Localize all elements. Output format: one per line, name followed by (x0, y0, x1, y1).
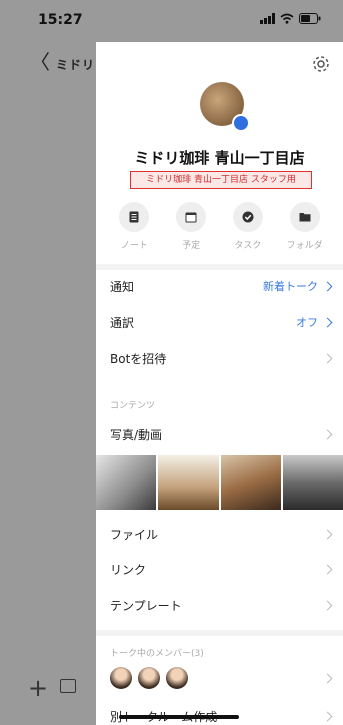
action-folder[interactable]: フォルダ (282, 202, 328, 251)
templates-row[interactable]: テンプレート (96, 587, 343, 623)
notifications-label: 通知 (110, 279, 135, 294)
signal-icon (260, 13, 275, 24)
chevron-right-icon (322, 673, 333, 683)
translation-value: オフ (296, 316, 318, 329)
image-icon[interactable] (60, 679, 76, 693)
group-badge-icon (232, 114, 250, 132)
chevron-right-icon (322, 317, 333, 327)
status-time: 15:27 (38, 12, 83, 28)
links-row[interactable]: リンク (96, 551, 343, 587)
photo-thumbnail[interactable] (282, 455, 343, 510)
check-icon (242, 211, 254, 223)
members-heading: トーク中のメンバー(3) (110, 649, 204, 659)
chevron-right-icon (322, 564, 333, 574)
background-chat-header: 〈 ミドリ (0, 42, 100, 82)
photo-thumbnail[interactable] (96, 455, 157, 510)
photo-thumbnail[interactable] (220, 455, 281, 510)
gear-icon[interactable] (311, 54, 331, 74)
notifications-value: 新着トーク (263, 280, 318, 293)
plus-icon[interactable]: + (28, 674, 48, 702)
chevron-right-icon (322, 529, 333, 539)
action-note[interactable]: ノート (111, 202, 157, 251)
chevron-right-icon (322, 429, 333, 439)
wifi-icon (280, 13, 294, 24)
note-icon (129, 211, 139, 223)
action-note-label: ノート (120, 241, 148, 251)
action-task[interactable]: タスク (225, 202, 271, 251)
notifications-row[interactable]: 通知 新着トーク (96, 268, 343, 304)
action-task-label: タスク (234, 241, 262, 251)
quick-actions: ノート 予定 タスク フォルダ (96, 202, 343, 251)
translation-row[interactable]: 通訳 オフ (96, 304, 343, 340)
folder-icon (299, 213, 311, 222)
chevron-right-icon (322, 600, 333, 610)
photo-thumbnails (96, 455, 343, 510)
status-bar: 15:27 (0, 0, 343, 42)
background-chat-title: ミドリ (56, 58, 96, 72)
background-chat-input-bar: + (0, 660, 96, 720)
action-calendar[interactable]: 予定 (168, 202, 214, 251)
invite-bot-row[interactable]: Botを招待 (96, 340, 343, 376)
invite-bot-label: Botを招待 (110, 351, 167, 366)
photos-label: 写真/動画 (110, 427, 163, 442)
files-row[interactable]: ファイル (96, 516, 343, 552)
templates-label: テンプレート (110, 598, 182, 613)
chat-settings-panel: ミドリ珈琲 青山一丁目店 ミドリ珈琲 青山一丁目店 スタッフ用 ノート 予定 タ… (96, 42, 343, 725)
action-calendar-label: 予定 (182, 241, 201, 251)
photo-thumbnail[interactable] (158, 455, 219, 510)
group-name: ミドリ珈琲 青山一丁目店 (134, 149, 305, 167)
chevron-right-icon (322, 281, 333, 291)
back-chevron-icon[interactable]: 〈 (30, 52, 50, 72)
chevron-right-icon (322, 711, 333, 721)
action-folder-label: フォルダ (286, 241, 323, 251)
calendar-icon (185, 212, 197, 223)
translation-label: 通訳 (110, 315, 135, 330)
group-subname-highlight: ミドリ珈琲 青山一丁目店 スタッフ用 (130, 171, 312, 189)
new-room-row[interactable]: 別トークルーム作成 (96, 698, 343, 725)
section-divider (96, 630, 343, 636)
photos-row[interactable]: 写真/動画 (96, 416, 343, 452)
status-icons (260, 13, 321, 24)
members-row[interactable] (96, 660, 343, 696)
home-indicator (119, 715, 239, 719)
files-label: ファイル (110, 527, 159, 542)
links-label: リンク (110, 562, 147, 577)
contents-heading: コンテンツ (110, 401, 156, 411)
chevron-right-icon (322, 353, 333, 363)
battery-icon (299, 13, 321, 24)
